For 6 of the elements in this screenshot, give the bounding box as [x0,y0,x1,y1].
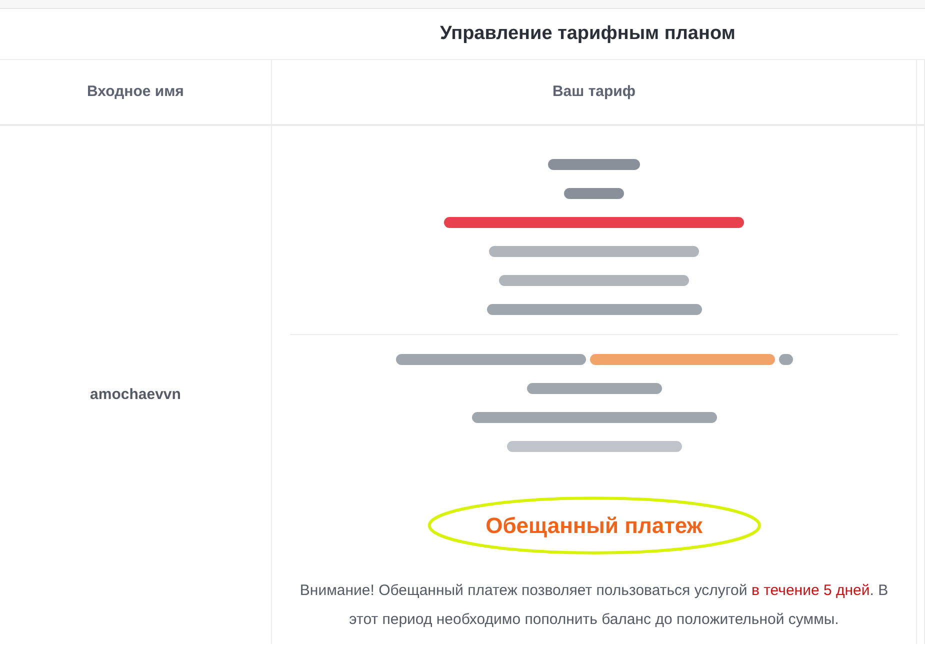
table-title: Управление тарифным планом [440,22,736,46]
login-name: amochaevvn [90,385,181,405]
column-header: Ваш тариф [272,60,917,126]
column-header: Входное имя [0,60,272,126]
promised-payment-link[interactable]: Обещанный платеж [486,509,702,542]
warning-text: Внимание! Обещанный платеж позволяет пользоваться услугой в течение 5 дней. В этот период необходимо пополнить баланс до положительной суммы. [298,581,890,630]
